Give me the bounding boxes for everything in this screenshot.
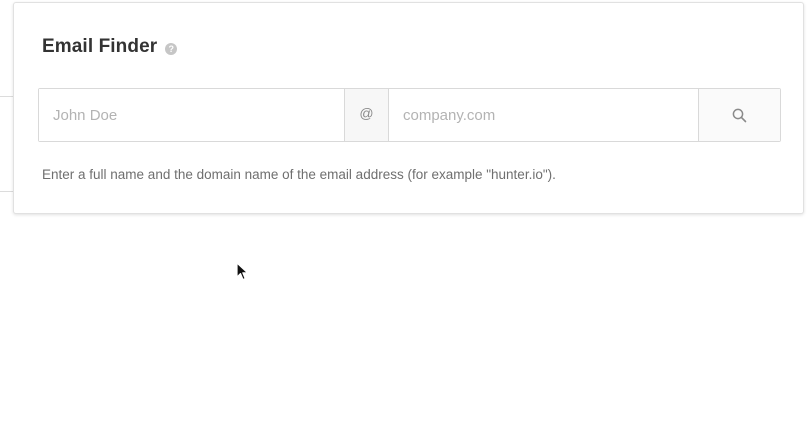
page: Email Finder ? @ Enter a full name and t… bbox=[0, 0, 812, 446]
at-separator: @ bbox=[344, 89, 389, 141]
title-row: Email Finder ? bbox=[42, 36, 178, 58]
email-finder-card: Email Finder ? @ Enter a full name and t… bbox=[13, 2, 804, 214]
help-text: Enter a full name and the domain name of… bbox=[42, 167, 556, 182]
help-icon[interactable]: ? bbox=[165, 43, 178, 55]
search-form: @ bbox=[38, 88, 781, 142]
search-button[interactable] bbox=[698, 89, 780, 141]
search-icon bbox=[732, 108, 747, 122]
full-name-input[interactable] bbox=[39, 89, 344, 141]
page-title: Email Finder bbox=[42, 36, 158, 57]
background-panel-edge bbox=[0, 96, 13, 192]
domain-input[interactable] bbox=[389, 89, 698, 141]
mouse-cursor-icon bbox=[236, 262, 249, 281]
